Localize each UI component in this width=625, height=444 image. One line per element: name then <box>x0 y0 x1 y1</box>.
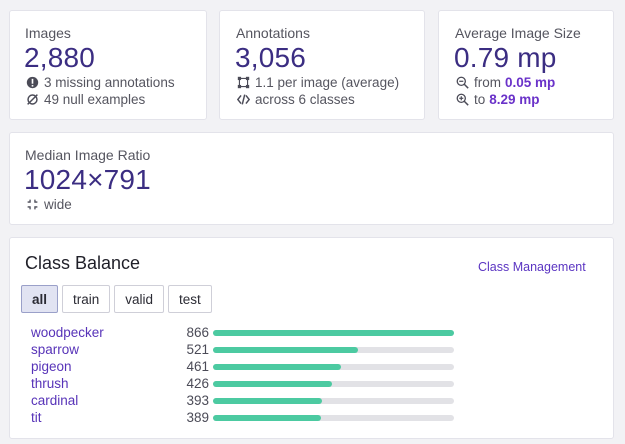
class-management-link[interactable]: Class Management <box>478 260 586 274</box>
ratio-title: Median Image Ratio <box>25 147 151 163</box>
class-count: 866 <box>186 325 209 340</box>
class-bar-track <box>213 398 454 404</box>
images-card: Images 2,880 3 missing annotations 49 nu… <box>9 10 207 120</box>
zoom-out-icon <box>455 76 469 90</box>
class-name[interactable]: tit <box>31 410 42 425</box>
class-row: thrush 426 <box>31 376 471 393</box>
tab-test[interactable]: test <box>168 285 212 313</box>
class-name[interactable]: pigeon <box>31 359 72 374</box>
zoom-in-icon <box>455 93 469 107</box>
class-bar-fill <box>213 364 342 370</box>
class-count: 461 <box>186 359 209 374</box>
class-balance-title: Class Balance <box>25 253 141 273</box>
class-row: pigeon 461 <box>31 359 471 376</box>
class-bar-track <box>213 415 454 421</box>
missing-annotations-text: 3 missing annotations <box>44 75 175 90</box>
class-bar-track <box>213 381 454 387</box>
null-icon <box>25 93 39 107</box>
avg-size-to-label: to <box>474 92 486 107</box>
class-bar-fill <box>213 330 454 336</box>
avg-size-value: 0.79 mp <box>454 42 557 73</box>
class-row: tit 389 <box>31 410 471 427</box>
class-name[interactable]: cardinal <box>31 393 78 408</box>
avg-size-title: Average Image Size <box>455 25 581 41</box>
avg-size-from-value: 0.05 mp <box>505 75 556 90</box>
class-row: woodpecker 866 <box>31 325 471 342</box>
bounding-box-icon <box>236 76 250 90</box>
ratio-value: 1024×791 <box>24 164 151 195</box>
tab-valid[interactable]: valid <box>114 285 165 313</box>
class-name[interactable]: woodpecker <box>31 325 104 340</box>
annotations-count: 3,056 <box>235 42 307 73</box>
class-row: cardinal 393 <box>31 393 471 410</box>
tab-train[interactable]: train <box>62 285 111 313</box>
annotations-classes-text: across 6 classes <box>255 92 355 107</box>
class-count: 393 <box>186 393 209 408</box>
avg-size-card: Average Image Size 0.79 mp from 0.05 mp … <box>438 10 614 120</box>
class-bar-fill <box>213 381 332 387</box>
missing-annotations: 3 missing annotations <box>25 75 175 90</box>
class-bar-fill <box>213 415 322 421</box>
class-bar-track <box>213 330 454 336</box>
tab-all[interactable]: all <box>21 285 59 313</box>
alert-icon <box>25 76 39 90</box>
annotations-classes: across 6 classes <box>236 92 355 107</box>
class-bar-fill <box>213 347 358 353</box>
annotations-per-image: 1.1 per image (average) <box>236 75 399 90</box>
avg-size-from: from 0.05 mp <box>455 75 555 90</box>
annotations-card: Annotations 3,056 1.1 per image (average… <box>219 10 425 120</box>
null-examples: 49 null examples <box>25 92 145 107</box>
compress-icon <box>25 198 39 212</box>
class-count: 426 <box>186 376 209 391</box>
class-name[interactable]: sparrow <box>31 342 79 357</box>
class-bar-track <box>213 364 454 370</box>
code-icon <box>236 93 250 107</box>
annotations-title: Annotations <box>236 25 310 41</box>
avg-size-from-label: from <box>474 75 501 90</box>
class-count: 521 <box>186 342 209 357</box>
ratio-card: Median Image Ratio 1024×791 wide <box>9 132 614 225</box>
ratio-orientation: wide <box>25 197 72 212</box>
images-title: Images <box>25 25 71 41</box>
avg-size-to-value: 8.29 mp <box>489 92 540 107</box>
class-count: 389 <box>186 410 209 425</box>
class-bar-track <box>213 347 454 353</box>
class-name[interactable]: thrush <box>31 376 69 391</box>
class-row: sparrow 521 <box>31 342 471 359</box>
annotations-per-image-text: 1.1 per image (average) <box>255 75 400 90</box>
split-tabs: all train valid test <box>21 285 212 313</box>
null-examples-text: 49 null examples <box>44 92 146 107</box>
class-bar-fill <box>213 398 323 404</box>
images-count: 2,880 <box>24 42 96 73</box>
ratio-orientation-text: wide <box>44 197 72 212</box>
avg-size-to: to 8.29 mp <box>455 92 540 107</box>
